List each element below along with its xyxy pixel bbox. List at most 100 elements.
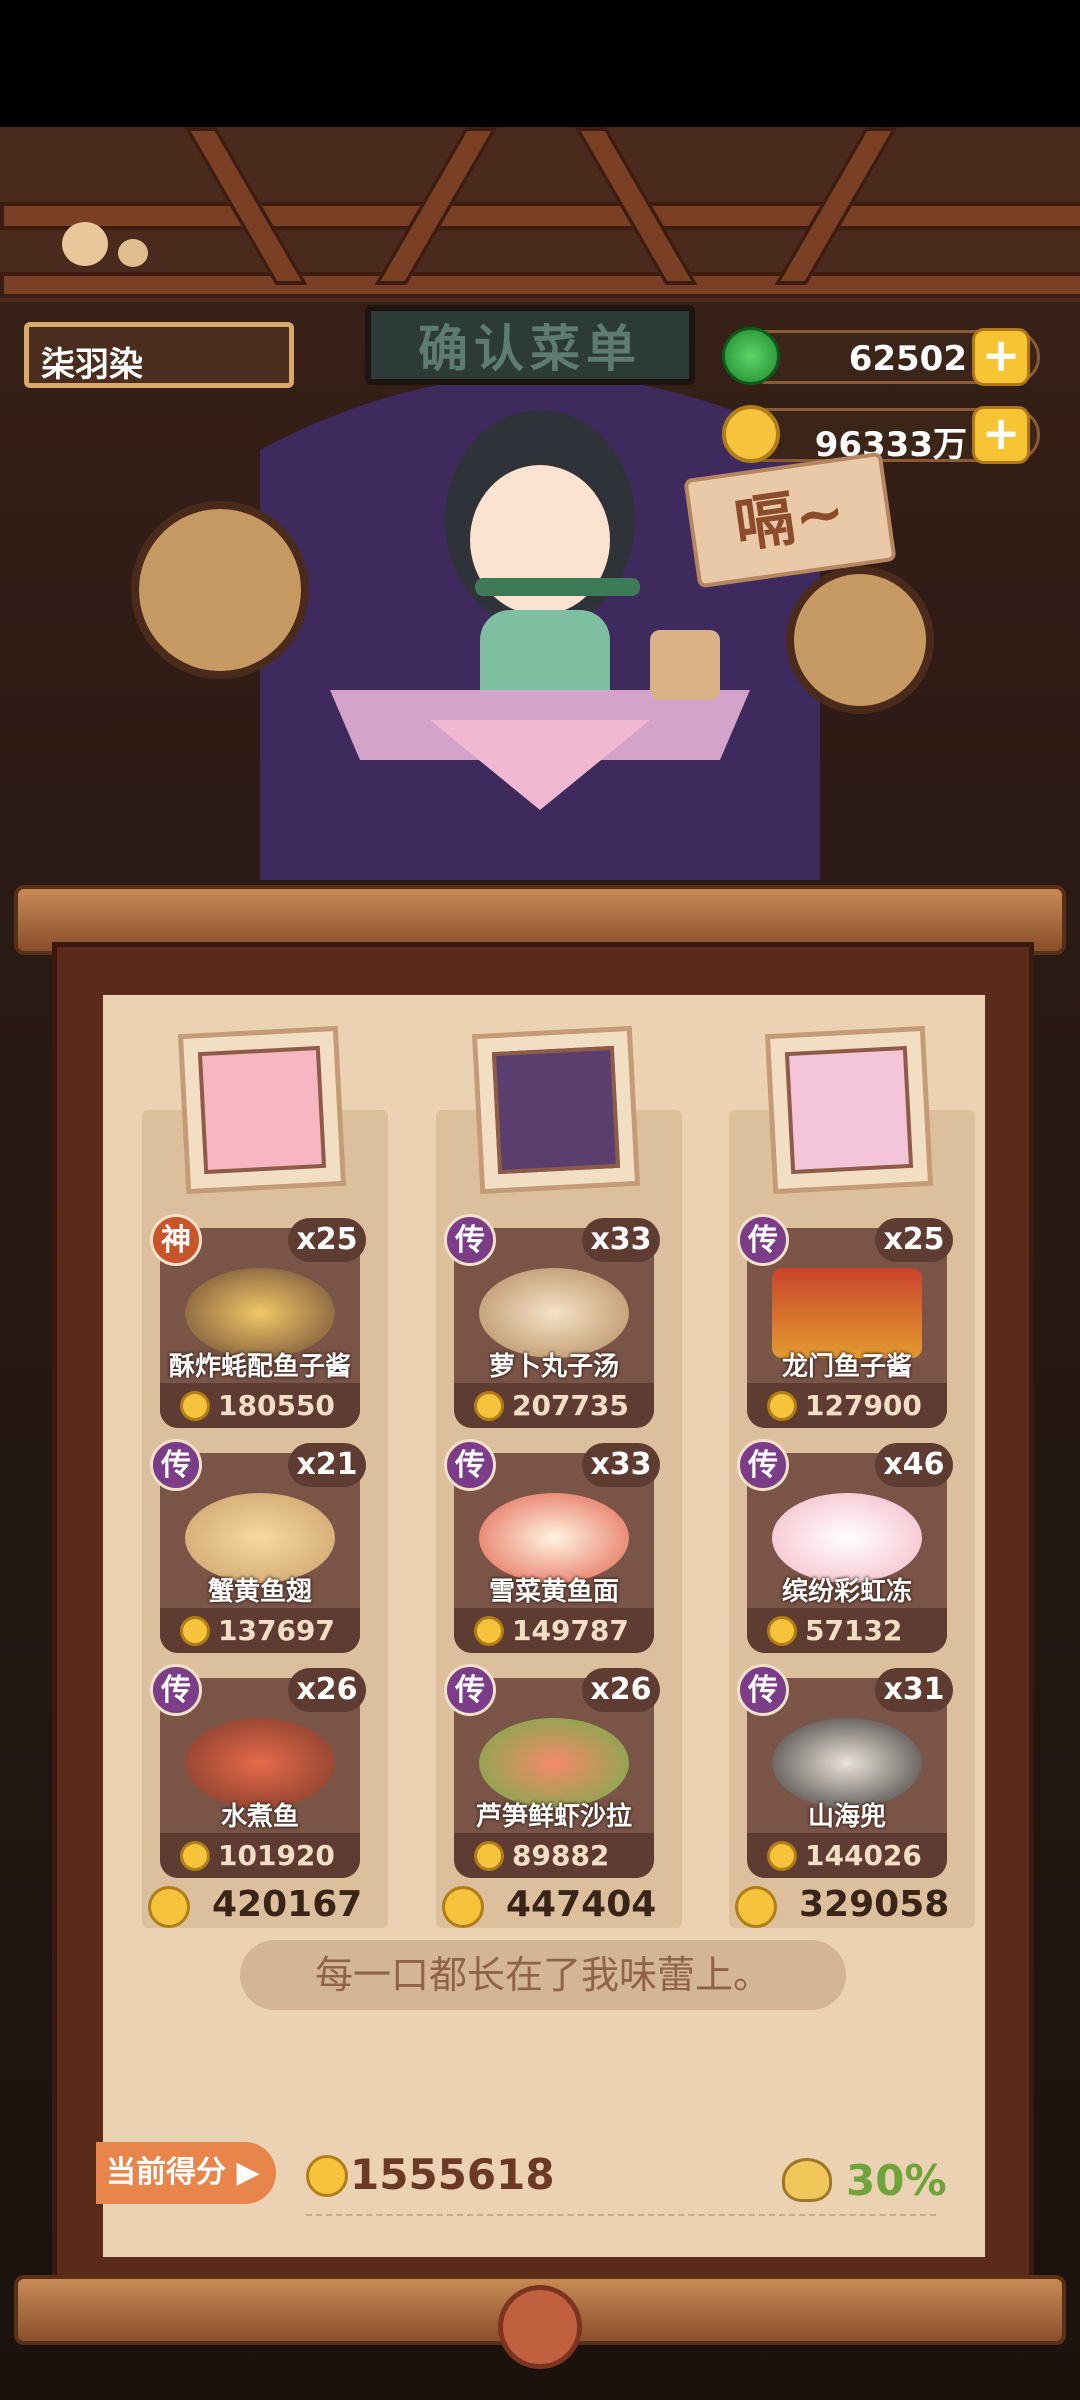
dish-name: 蟹黄鱼翅 (207, 1577, 312, 1607)
rarity-badge: 传 (737, 1664, 789, 1716)
dish-card[interactable]: 芦笋鲜虾沙拉 89882 x26 传 (444, 1664, 660, 1878)
guest-avatar (491, 1045, 621, 1175)
dish-name: 龙门鱼子酱 (781, 1352, 912, 1382)
dish-card[interactable]: 雪菜黄鱼面 149787 x33 传 (444, 1439, 660, 1653)
dish-image (185, 1718, 335, 1808)
coin-icon (767, 1841, 797, 1871)
dish-price: 137697 (218, 1614, 335, 1647)
fan-icon (131, 501, 309, 679)
dish-card[interactable]: 水煮鱼 101920 x26 传 (150, 1664, 366, 1878)
divider (306, 2214, 936, 2216)
fan-icon (786, 566, 934, 714)
dish-image (479, 1718, 629, 1808)
bowls-stack-icon (650, 630, 720, 700)
dish-quantity: x46 (875, 1443, 953, 1487)
dish-price: 89882 (512, 1839, 610, 1872)
dish-card[interactable]: 萝卜丸子汤 207735 x33 传 (444, 1214, 660, 1428)
dish-quantity: x25 (875, 1218, 953, 1262)
coin-icon (735, 1886, 777, 1928)
dish-price-bar: 57132 (747, 1608, 947, 1653)
guest-comment: 每一口都长在了我味蕾上。 (240, 1940, 846, 2010)
dish-price: 127900 (805, 1389, 922, 1422)
player-name: 柒羽染 (24, 322, 294, 388)
guest-portrait-1[interactable] (177, 1025, 347, 1195)
add-jade-button[interactable]: + (972, 328, 1030, 386)
roof-beam (0, 272, 1080, 298)
dish-name: 萝卜丸子汤 (488, 1352, 619, 1382)
chick-icon (118, 239, 148, 267)
column-total-value: 420167 (212, 1884, 363, 1925)
coin-icon (767, 1391, 797, 1421)
rarity-badge: 传 (150, 1664, 202, 1716)
dish-name: 酥炸蚝配鱼子酱 (168, 1352, 351, 1382)
coin-icon (306, 2155, 348, 2197)
dish-price: 207735 (512, 1389, 629, 1422)
dish-card[interactable]: 龙门鱼子酱 127900 x25 传 (737, 1214, 953, 1428)
rarity-badge: 传 (444, 1664, 496, 1716)
dish-quantity: x33 (582, 1218, 660, 1262)
dish-quantity: x31 (875, 1668, 953, 1712)
dish-price-bar: 137697 (160, 1608, 360, 1653)
dish-image (772, 1268, 922, 1358)
rarity-badge: 神 (150, 1214, 202, 1266)
dish-name: 缤纷彩虹冻 (781, 1577, 912, 1607)
dish-price: 149787 (512, 1614, 629, 1647)
bonus-percent: 30% (846, 2156, 947, 2205)
dish-image (772, 1718, 922, 1808)
column-total-value: 447404 (506, 1884, 657, 1925)
coin-icon (474, 1616, 504, 1646)
roof (0, 127, 1080, 302)
coin-icon (474, 1841, 504, 1871)
dish-image (479, 1493, 629, 1583)
flute-icon (475, 578, 640, 596)
dish-card[interactable]: 蟹黄鱼翅 137697 x21 传 (150, 1439, 366, 1653)
dish-price: 180550 (218, 1389, 335, 1422)
dish-quantity: x33 (582, 1443, 660, 1487)
dish-price: 101920 (218, 1839, 335, 1872)
dish-image (479, 1268, 629, 1358)
dish-quantity: x21 (288, 1443, 366, 1487)
dish-name: 水煮鱼 (220, 1802, 299, 1832)
current-score-label: 当前得分 ▶ (96, 2142, 276, 2204)
rarity-badge: 传 (737, 1214, 789, 1266)
rarity-badge: 传 (737, 1439, 789, 1491)
dish-quantity: x26 (288, 1668, 366, 1712)
dish-price-bar: 89882 (454, 1833, 654, 1878)
dish-name: 雪菜黄鱼面 (488, 1577, 619, 1607)
add-coin-button[interactable]: + (972, 406, 1030, 464)
dish-card[interactable]: 缤纷彩虹冻 57132 x46 传 (737, 1439, 953, 1653)
score-label-text: 当前得分 (106, 2155, 226, 2190)
roof-beam (0, 202, 1080, 230)
jade-icon (722, 327, 780, 385)
coin-icon (442, 1886, 484, 1928)
dish-card[interactable]: 山海兜 144026 x31 传 (737, 1664, 953, 1878)
dish-quantity: x25 (288, 1218, 366, 1262)
menu-sign: 确认菜单 (365, 305, 695, 385)
guest-portrait-2[interactable] (471, 1025, 641, 1195)
coin-icon (180, 1391, 210, 1421)
rarity-badge: 传 (150, 1439, 202, 1491)
dish-name: 山海兜 (807, 1802, 886, 1832)
dish-price: 144026 (805, 1839, 922, 1872)
money-bag-icon (782, 2158, 832, 2202)
chick-icon (62, 222, 108, 266)
dish-name: 芦笋鲜虾沙拉 (475, 1802, 632, 1832)
jade-value: 62502 (848, 339, 967, 379)
rarity-badge: 传 (444, 1214, 496, 1266)
dish-quantity: x26 (582, 1668, 660, 1712)
guest-portrait-3[interactable] (764, 1025, 934, 1195)
coin-icon (148, 1886, 190, 1928)
coin-icon (767, 1616, 797, 1646)
dish-price-bar: 180550 (160, 1383, 360, 1428)
dish-price-bar: 144026 (747, 1833, 947, 1878)
knot-ornament-icon (498, 2285, 582, 2369)
dish-card[interactable]: 酥炸蚝配鱼子酱 180550 x25 神 (150, 1214, 366, 1428)
dish-price-bar: 207735 (454, 1383, 654, 1428)
dish-price: 57132 (805, 1614, 903, 1647)
column-total-value: 329058 (799, 1884, 950, 1925)
dish-image (185, 1268, 335, 1358)
guest-avatar (197, 1045, 327, 1175)
dish-price-bar: 127900 (747, 1383, 947, 1428)
current-score: 1555618 (350, 2150, 555, 2199)
coin-icon (474, 1391, 504, 1421)
